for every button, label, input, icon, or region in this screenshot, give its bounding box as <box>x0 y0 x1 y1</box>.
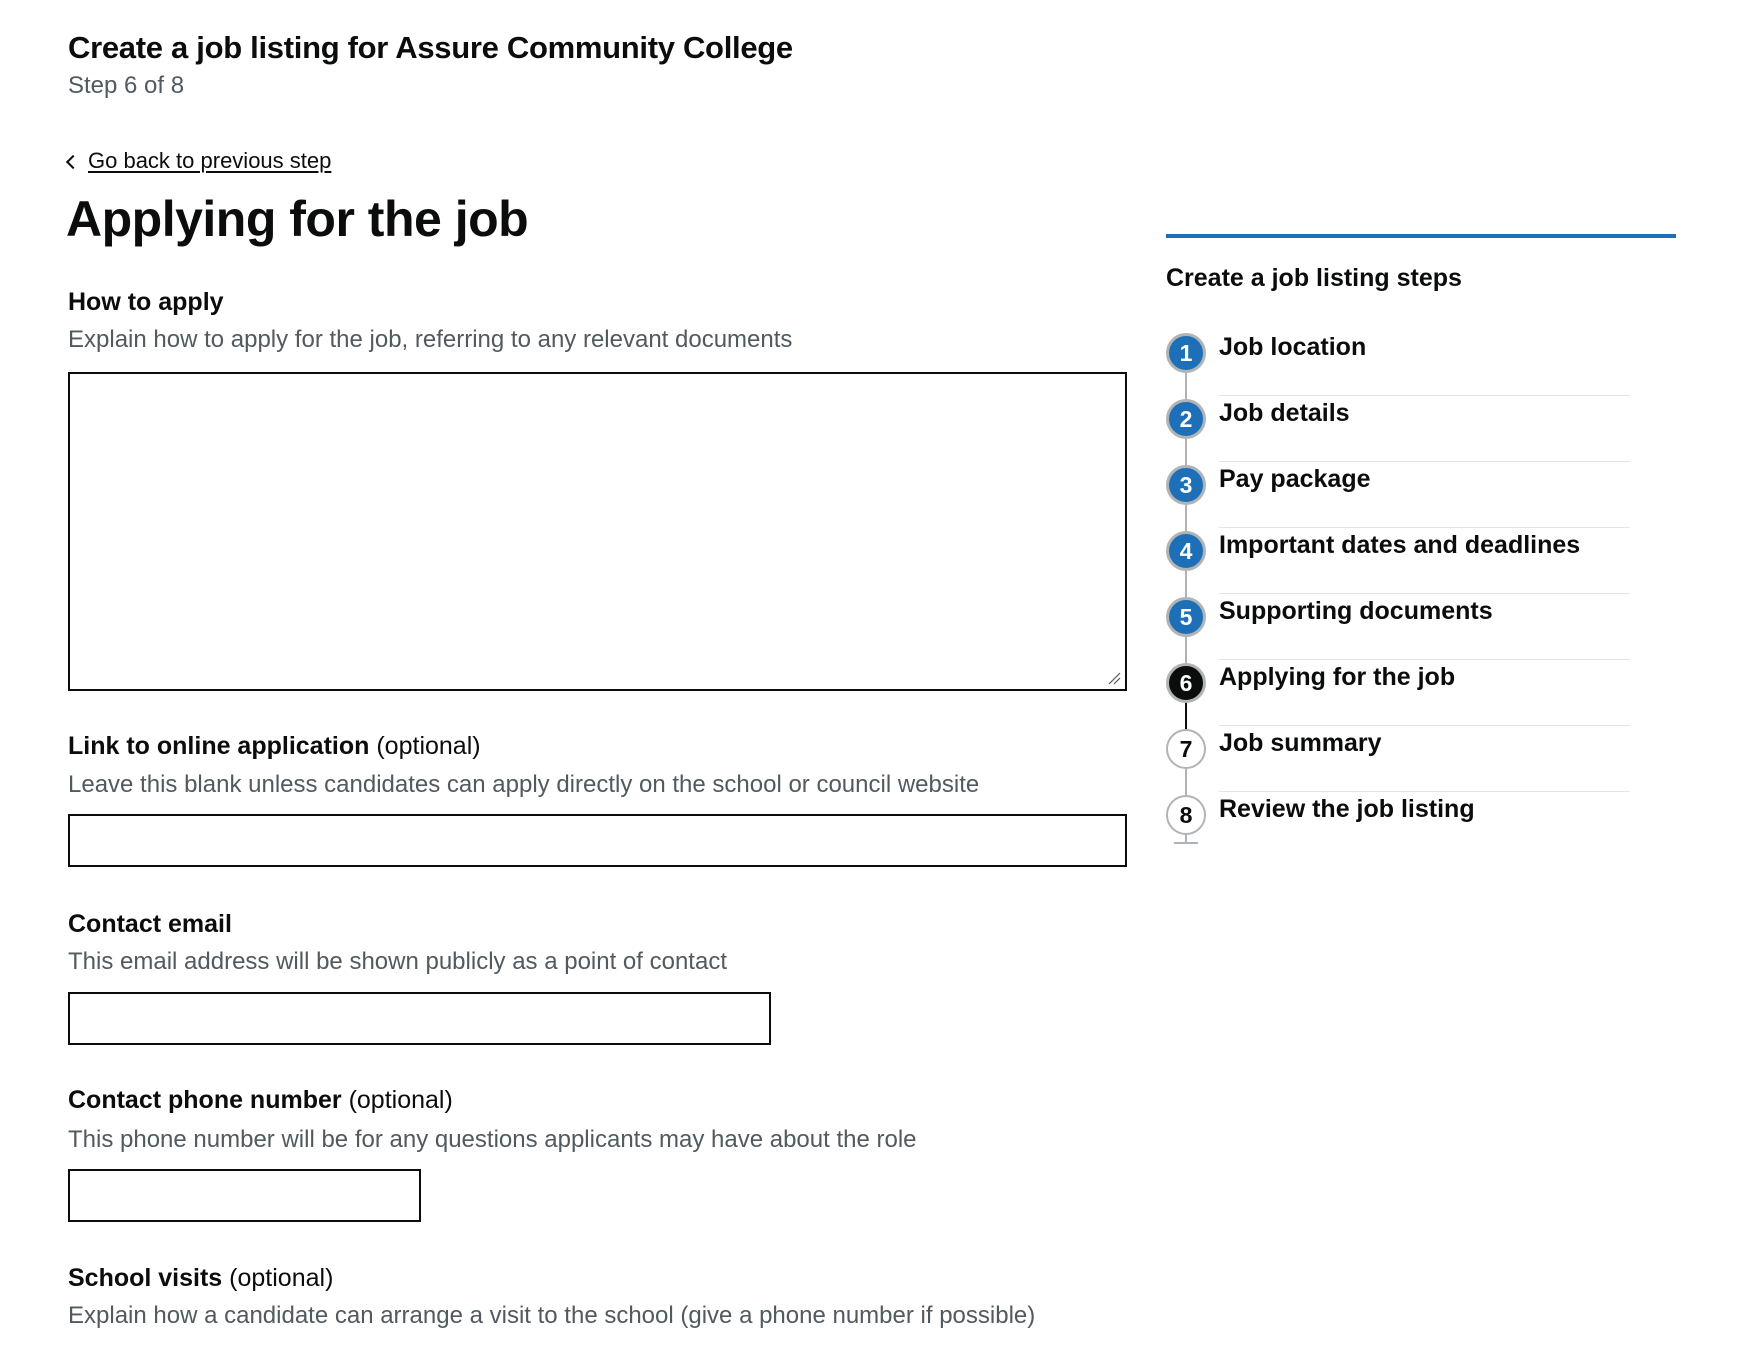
step-label[interactable]: Pay package <box>1219 462 1371 496</box>
contact-phone-input[interactable] <box>68 1169 421 1222</box>
step-item-6[interactable]: 6 Applying for the job <box>1166 660 1630 726</box>
how-to-apply-label: How to apply <box>68 288 224 316</box>
step-label[interactable]: Job location <box>1219 330 1366 364</box>
step-item-7[interactable]: 7 Job summary <box>1166 726 1630 792</box>
step-label[interactable]: Job details <box>1219 396 1350 430</box>
step-item-5[interactable]: 5 Supporting documents <box>1166 594 1630 660</box>
step-number-badge: 7 <box>1166 729 1206 769</box>
how-to-apply-hint: Explain how to apply for the job, referr… <box>68 326 793 353</box>
page-header: Create a job listing for Assure Communit… <box>68 30 793 100</box>
application-link-input[interactable] <box>68 814 1127 867</box>
chevron-left-icon <box>65 154 81 169</box>
step-label[interactable]: Applying for the job <box>1219 660 1455 694</box>
application-link-label: Link to online application (optional) <box>68 732 481 760</box>
optional-tag: (optional) <box>376 732 481 760</box>
resize-grip-icon[interactable] <box>1107 671 1121 685</box>
step-label[interactable]: Job summary <box>1219 726 1382 760</box>
step-number-badge: 4 <box>1166 531 1206 571</box>
optional-tag: (optional) <box>348 1086 453 1114</box>
step-label[interactable]: Supporting documents <box>1219 594 1493 628</box>
step-item-4[interactable]: 4 Important dates and deadlines <box>1166 528 1630 594</box>
back-link[interactable]: Go back to previous step <box>65 148 331 174</box>
step-item-1[interactable]: 1 Job location <box>1166 330 1630 396</box>
step-number-badge: 2 <box>1166 399 1206 439</box>
contact-email-input[interactable] <box>68 992 771 1045</box>
contact-email-label: Contact email <box>68 910 232 938</box>
page-title: Applying for the job <box>66 191 529 247</box>
step-navigation: 1 Job location 2 Job details 3 Pay packa… <box>1166 330 1630 858</box>
step-label[interactable]: Review the job listing <box>1219 792 1475 826</box>
step-item-3[interactable]: 3 Pay package <box>1166 462 1630 528</box>
step-number-badge: 3 <box>1166 465 1206 505</box>
step-number-badge: 6 <box>1166 663 1206 703</box>
contact-email-hint: This email address will be shown publicl… <box>68 948 727 975</box>
application-link-hint: Leave this blank unless candidates can a… <box>68 771 980 798</box>
sidebar-accent-rule <box>1166 234 1676 238</box>
contact-phone-hint: This phone number will be for any questi… <box>68 1126 917 1153</box>
optional-tag: (optional) <box>229 1264 334 1292</box>
listing-title: Create a job listing for Assure Communit… <box>68 30 793 65</box>
step-connector-line-current <box>1185 700 1187 730</box>
step-number-badge: 1 <box>1166 333 1206 373</box>
school-visits-label: School visits (optional) <box>68 1264 334 1292</box>
step-indicator: Step 6 of 8 <box>68 72 185 99</box>
school-visits-hint: Explain how a candidate can arrange a vi… <box>68 1302 1036 1329</box>
back-link-text[interactable]: Go back to previous step <box>88 148 331 174</box>
step-label[interactable]: Important dates and deadlines <box>1219 528 1580 562</box>
sidebar-heading: Create a job listing steps <box>1166 264 1462 292</box>
step-item-2[interactable]: 2 Job details <box>1166 396 1630 462</box>
step-number-badge: 5 <box>1166 597 1206 637</box>
how-to-apply-textarea[interactable] <box>68 372 1127 691</box>
contact-phone-label: Contact phone number (optional) <box>68 1086 453 1114</box>
step-item-8[interactable]: 8 Review the job listing <box>1166 792 1630 858</box>
step-number-badge: 8 <box>1166 795 1206 835</box>
